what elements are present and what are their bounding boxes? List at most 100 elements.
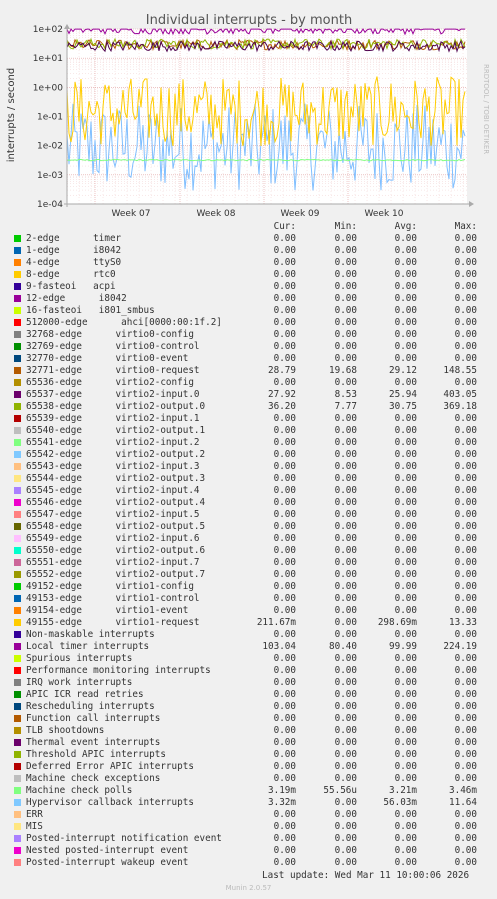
legend: Cur: Min: Avg: Max: 2-edge timer 0.00 0.00… [0, 221, 497, 869]
y-tick-label: 1e-01 [37, 113, 63, 123]
legend-min-value: 0.00 [334, 701, 357, 712]
legend-label: 32769-edge virtio0-control [26, 341, 200, 352]
legend-min-value: 0.00 [334, 653, 357, 664]
legend-max-value: 0.00 [454, 665, 477, 676]
legend-cur-value: 0.00 [273, 293, 296, 304]
legend-label: TLB shootdowns [26, 725, 105, 736]
legend-max-value: 0.00 [454, 653, 477, 664]
legend-label: 65548-edge virtio2-output.5 [26, 521, 206, 532]
legend-cur-value: 0.00 [273, 701, 296, 712]
legend-label: 65551-edge virtio2-input.7 [26, 557, 200, 568]
y-tick-label: 1e-02 [37, 142, 63, 152]
legend-row: Threshold APIC interrupts 0.00 0.00 0.00 0.0… [0, 749, 497, 761]
legend-cur-value: 3.19m [268, 785, 296, 796]
legend-max-value: 0.00 [454, 737, 477, 748]
legend-min-value: 0.00 [334, 341, 357, 352]
y-tick-label: 1e-03 [37, 171, 63, 181]
legend-min-value: 0.00 [334, 233, 357, 244]
legend-rows: 2-edge timer 0.00 0.00 0.00 0.00 1-edge i8042… [0, 233, 497, 869]
legend-label: 65541-edge virtio2-input.2 [26, 437, 200, 448]
legend-label: Spurious interrupts [26, 653, 133, 664]
legend-label: 65549-edge virtio2-input.6 [26, 533, 200, 544]
legend-row: APIC ICR read retries 0.00 0.00 0.00 0.00 [0, 689, 497, 701]
legend-label: 65536-edge virtio2-config [26, 377, 194, 388]
legend-row: 9-fasteoi acpi 0.00 0.00 0.00 0.00 [0, 281, 497, 293]
legend-row: Nested posted-interrupt event 0.00 0.00 0.0… [0, 845, 497, 857]
legend-row: Performance monitoring interrupts 0.00 0.0… [0, 665, 497, 677]
legend-min-value: 80.40 [329, 641, 357, 652]
legend-label: Hypervisor callback interrupts [26, 797, 194, 808]
legend-min-value: 0.00 [334, 461, 357, 472]
legend-avg-value: 0.00 [394, 353, 417, 364]
legend-avg-value: 0.00 [394, 509, 417, 520]
legend-avg-value: 0.00 [394, 569, 417, 580]
legend-min-value: 0.00 [334, 377, 357, 388]
legend-swatch [14, 691, 21, 698]
x-axis-arrow [469, 201, 474, 207]
legend-min-value: 0.00 [334, 857, 357, 868]
legend-min-value: 0.00 [334, 725, 357, 736]
legend-swatch [14, 619, 21, 626]
legend-cur-value: 27.92 [268, 389, 296, 400]
legend-max-value: 148.55 [443, 365, 477, 376]
legend-swatch [14, 667, 21, 674]
legend-row: 65551-edge virtio2-input.7 0.00 0.00 0.00 0.… [0, 557, 497, 569]
legend-max-value: 0.00 [454, 269, 477, 280]
legend-avg-value: 56.03m [383, 797, 417, 808]
legend-swatch [14, 739, 21, 746]
legend-swatch [14, 247, 21, 254]
legend-max-value: 0.00 [454, 701, 477, 712]
legend-row: Machine check polls 3.19m 55.56u 3.21m 3.46m [0, 785, 497, 797]
legend-cur-value: 0.00 [273, 449, 296, 460]
legend-label: 65544-edge virtio2-output.3 [26, 473, 206, 484]
legend-row: 65536-edge virtio2-config 0.00 0.00 0.00 0.0… [0, 377, 497, 389]
legend-avg-value: 0.00 [394, 293, 417, 304]
legend-swatch [14, 859, 21, 866]
header-min: Min: [334, 221, 357, 232]
legend-row: 49152-edge virtio1-config 0.00 0.00 0.00 0.0… [0, 581, 497, 593]
header-avg: Avg: [394, 221, 417, 232]
legend-min-value: 0.00 [334, 329, 357, 340]
legend-max-value: 13.33 [449, 617, 477, 628]
legend-avg-value: 0.00 [394, 857, 417, 868]
legend-cur-value: 0.00 [273, 605, 296, 616]
legend-avg-value: 3.21m [389, 785, 417, 796]
legend-max-value: 0.00 [454, 605, 477, 616]
legend-label: 65540-edge virtio2-output.1 [26, 425, 206, 436]
legend-label: Machine check polls [26, 785, 133, 796]
legend-row: Posted-interrupt wakeup event 0.00 0.00 0.0… [0, 857, 497, 869]
legend-max-value: 0.00 [454, 257, 477, 268]
legend-cur-value: 0.00 [273, 749, 296, 760]
legend-avg-value: 0.00 [394, 653, 417, 664]
legend-avg-value: 0.00 [394, 497, 417, 508]
legend-swatch [14, 571, 21, 578]
legend-swatch [14, 715, 21, 722]
legend-swatch [14, 799, 21, 806]
legend-avg-value: 0.00 [394, 845, 417, 856]
legend-label: Machine check exceptions [26, 773, 161, 784]
legend-avg-value: 0.00 [394, 821, 417, 832]
legend-label: 32768-edge virtio0-config [26, 329, 194, 340]
y-axis-label: interrupts / second [6, 68, 17, 162]
legend-avg-value: 0.00 [394, 581, 417, 592]
legend-row: 65537-edge virtio2-input.0 27.92 8.53 25.94… [0, 389, 497, 401]
legend-max-value: 0.00 [454, 713, 477, 724]
legend-avg-value: 0.00 [394, 281, 417, 292]
legend-max-value: 0.00 [454, 749, 477, 760]
legend-avg-value: 0.00 [394, 713, 417, 724]
legend-swatch [14, 847, 21, 854]
legend-min-value: 0.00 [334, 425, 357, 436]
legend-cur-value: 0.00 [273, 509, 296, 520]
legend-label: Non-maskable interrupts [26, 629, 155, 640]
legend-label: 8-edge rtc0 [26, 269, 116, 280]
legend-min-value: 0.00 [334, 737, 357, 748]
legend-cur-value: 0.00 [273, 773, 296, 784]
legend-min-value: 0.00 [334, 497, 357, 508]
legend-avg-value: 0.00 [394, 449, 417, 460]
chart: Individual interrupts - by month interru… [6, 13, 490, 219]
legend-max-value: 0.00 [454, 461, 477, 472]
legend-min-value: 0.00 [334, 317, 357, 328]
legend-row: 32770-edge virtio0-event 0.00 0.00 0.00 0.00 [0, 353, 497, 365]
legend-max-value: 0.00 [454, 773, 477, 784]
legend-min-value: 0.00 [334, 845, 357, 856]
